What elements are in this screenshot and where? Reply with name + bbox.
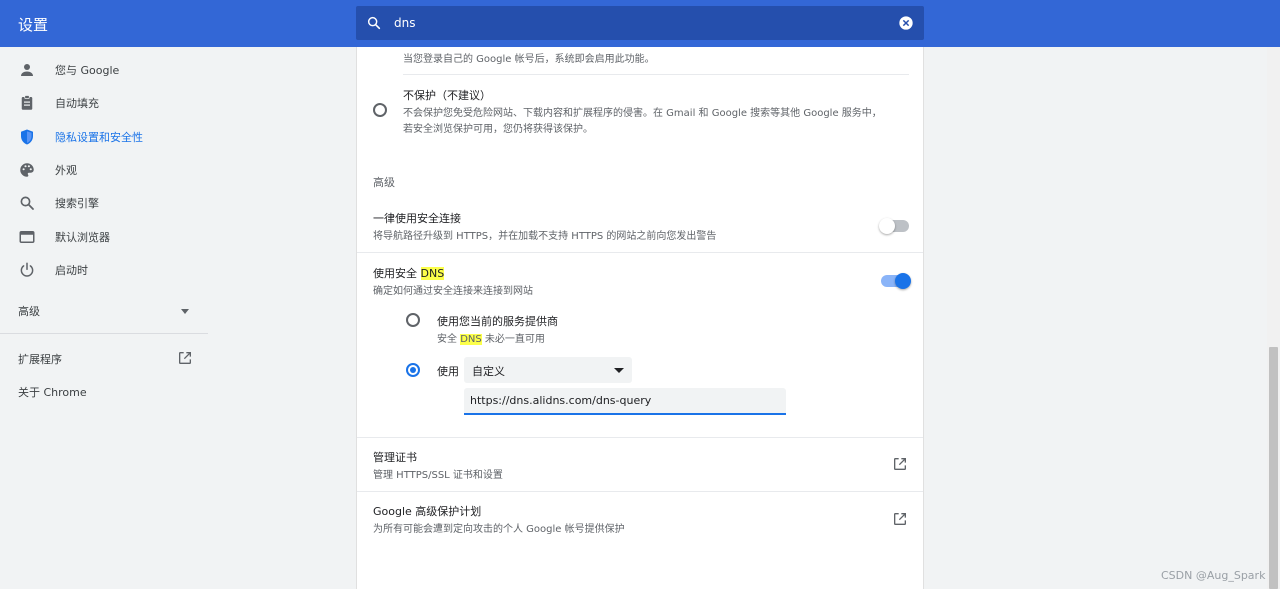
current-provider-desc-suffix: 未必一直可用 xyxy=(481,334,545,345)
current-provider-desc-prefix: 安全 xyxy=(437,334,461,345)
divider xyxy=(403,74,909,75)
custom-dns-url-input[interactable] xyxy=(464,388,786,415)
palette-icon xyxy=(20,163,34,177)
settings-card: 当您登录自己的 Google 帐号后，系统即会启用此功能。 不保护（不建议） 不… xyxy=(356,47,924,589)
app-title: 设置 xyxy=(18,16,49,34)
clipboard-icon xyxy=(21,95,33,110)
sidebar-item-about-chrome[interactable]: 关于 Chrome xyxy=(18,384,87,400)
sidebar-item-search-engine[interactable]: 搜索引擎 xyxy=(0,187,208,219)
no-protection-title: 不保护（不建议） xyxy=(403,89,491,102)
power-icon xyxy=(20,262,34,277)
sidebar-item-label: 默认浏览器 xyxy=(55,231,110,244)
sidebar-item-you-and-google[interactable]: 您与 Google xyxy=(0,54,208,86)
person-icon xyxy=(21,64,33,76)
secure-dns-title-highlight: DNS xyxy=(420,267,445,280)
chevron-down-icon xyxy=(614,368,624,373)
custom-provider-label: 使用 xyxy=(437,365,459,378)
dns-provider-select[interactable]: 自定义 xyxy=(464,357,632,383)
sidebar-item-privacy-security[interactable]: 隐私设置和安全性 xyxy=(0,121,208,153)
advanced-protection-title: Google 高级保护计划 xyxy=(373,505,482,518)
sidebar-item-on-startup[interactable]: 启动时 xyxy=(0,254,208,286)
divider xyxy=(357,252,923,253)
browser-icon xyxy=(19,231,35,243)
sidebar-divider xyxy=(0,333,208,334)
https-always-toggle[interactable] xyxy=(879,218,909,234)
shield-icon xyxy=(21,129,33,145)
sidebar-item-label: 您与 Google xyxy=(55,64,120,77)
search-box[interactable] xyxy=(356,6,924,40)
open-in-new-icon[interactable] xyxy=(177,350,193,366)
toggle-knob xyxy=(895,273,911,289)
safe-browsing-top-note: 当您登录自己的 Google 帐号后，系统即会启用此功能。 xyxy=(403,54,655,65)
open-in-new-icon[interactable] xyxy=(892,511,908,527)
search-icon xyxy=(367,16,381,30)
manage-certs-title: 管理证书 xyxy=(373,451,417,464)
scrollbar-thumb[interactable] xyxy=(1269,347,1278,589)
sidebar-item-label: 启动时 xyxy=(55,264,88,277)
sidebar-item-label: 外观 xyxy=(55,164,77,177)
secure-dns-title: 使用安全 DNS xyxy=(373,265,445,281)
no-protection-radio[interactable] xyxy=(373,103,387,117)
secure-dns-desc: 确定如何通过安全连接来连接到网站 xyxy=(373,286,533,297)
search-icon xyxy=(20,196,34,210)
advanced-heading: 高级 xyxy=(373,176,395,189)
sidebar-item-autofill[interactable]: 自动填充 xyxy=(0,87,208,119)
sidebar-item-default-browser[interactable]: 默认浏览器 xyxy=(0,221,208,253)
custom-provider-radio[interactable] xyxy=(406,363,420,377)
scrollbar[interactable] xyxy=(1267,47,1280,589)
search-input[interactable] xyxy=(394,6,874,40)
divider xyxy=(357,437,923,438)
sidebar-item-label: 隐私设置和安全性 xyxy=(55,131,143,144)
clear-search-icon[interactable] xyxy=(898,15,914,31)
sidebar-item-extensions[interactable]: 扩展程序 xyxy=(18,351,62,367)
sidebar-advanced-label[interactable]: 高级 xyxy=(18,303,40,319)
sidebar-item-appearance[interactable]: 外观 xyxy=(0,154,208,186)
top-bar: 设置 xyxy=(0,0,1280,47)
manage-certs-desc: 管理 HTTPS/SSL 证书和设置 xyxy=(373,470,503,481)
toggle-knob xyxy=(879,218,895,234)
no-protection-desc-line2: 若安全浏览保护可用，您仍将获得该保护。 xyxy=(403,124,593,135)
sidebar-item-label: 自动填充 xyxy=(55,97,99,110)
https-always-title: 一律使用安全连接 xyxy=(373,212,461,225)
current-provider-title: 使用您当前的服务提供商 xyxy=(437,315,558,328)
secure-dns-toggle[interactable] xyxy=(881,273,911,289)
dns-provider-selected: 自定义 xyxy=(472,365,505,378)
sidebar: 您与 Google 自动填充 隐私设置和安全性 外观 搜索引擎 默认浏览器 启动… xyxy=(0,47,208,589)
open-in-new-icon[interactable] xyxy=(892,456,908,472)
divider xyxy=(357,491,923,492)
https-always-desc: 将导航路径升级到 HTTPS，并在加载不支持 HTTPS 的网站之前向您发出警告 xyxy=(373,231,717,242)
no-protection-desc-line1: 不会保护您免受危险网站、下载内容和扩展程序的侵害。在 Gmail 和 Googl… xyxy=(403,108,882,119)
sidebar-item-label: 搜索引擎 xyxy=(55,197,99,210)
current-provider-desc: 安全 DNS 未必一直可用 xyxy=(437,330,545,345)
current-provider-radio[interactable] xyxy=(406,313,420,327)
watermark: CSDN @Aug_Spark xyxy=(1161,569,1266,582)
chevron-down-icon[interactable] xyxy=(181,309,189,314)
advanced-protection-desc: 为所有可能会遭到定向攻击的个人 Google 帐号提供保护 xyxy=(373,524,625,535)
current-provider-desc-highlight: DNS xyxy=(460,334,482,345)
secure-dns-title-prefix: 使用安全 xyxy=(373,267,421,280)
